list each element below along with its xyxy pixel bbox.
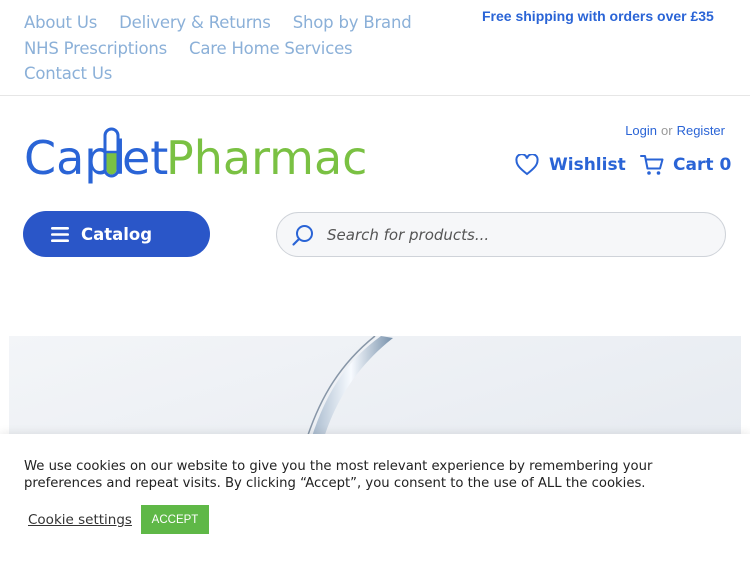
catalog-label: Catalog [81,224,153,244]
top-bar: About Us Delivery & Returns Shop by Bran… [0,0,750,96]
search-bar [276,212,726,257]
cookie-accept-button[interactable]: ACCEPT [141,505,209,534]
heart-icon [515,154,539,176]
menu-icon [51,226,69,242]
nav-link-about-us[interactable]: About Us [24,13,97,32]
logo-text-pharmacy: Pharmacy [166,131,369,184]
top-nav-row: Contact Us [24,61,464,87]
search-input[interactable] [327,214,707,255]
cookie-banner: We use cookies on our website to give yo… [0,434,750,563]
catalog-button[interactable]: Catalog [23,211,210,257]
cart-count: 0 [719,155,732,175]
login-link[interactable]: Login [625,123,657,138]
site-logo[interactable]: Capl et Pharmacy [24,124,395,185]
cart-button[interactable]: Cart 0 [640,150,731,180]
cookie-settings-link[interactable]: Cookie settings [28,512,132,528]
register-link[interactable]: Register [677,123,725,138]
cart-icon [640,155,664,175]
nav-link-shop-by-brand[interactable]: Shop by Brand [293,13,412,32]
wishlist-label: Wishlist [549,155,626,175]
top-nav-row: About Us Delivery & Returns Shop by Bran… [24,10,464,36]
top-nav-row: NHS Prescriptions Care Home Services [24,36,464,62]
account-links: Login or Register [625,123,725,138]
logo-text-et: et [122,131,168,184]
search-submit[interactable] [279,212,327,257]
top-nav: About Us Delivery & Returns Shop by Bran… [24,10,464,87]
nav-link-care-home-services[interactable]: Care Home Services [189,39,353,58]
account-or-text: or [661,123,673,138]
wishlist-button[interactable]: Wishlist [515,150,626,180]
nav-link-contact-us[interactable]: Contact Us [24,64,112,83]
nav-link-delivery-returns[interactable]: Delivery & Returns [119,13,271,32]
cart-label: Cart [673,155,714,175]
free-shipping-banner: Free shipping with orders over £35 [482,8,714,24]
search-icon [292,224,313,246]
nav-link-nhs-prescriptions[interactable]: NHS Prescriptions [24,39,167,58]
cookie-message: We use cookies on our website to give yo… [24,459,653,491]
capsule-icon [103,127,120,178]
logo-image: Capl et Pharmacy [24,127,395,185]
